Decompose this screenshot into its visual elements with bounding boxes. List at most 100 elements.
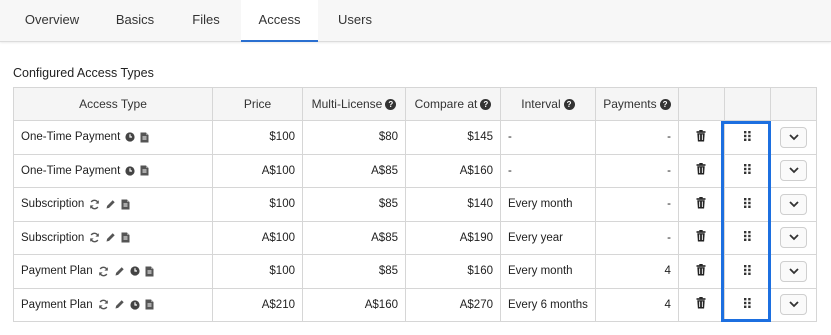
multi-license-cell: A$160: [302, 287, 406, 322]
tab-basics[interactable]: Basics: [100, 0, 170, 42]
table-row: Payment Plan $100 $85 $160 Every month 4: [13, 254, 817, 289]
expand-button[interactable]: [779, 227, 807, 249]
access-types-table: Access Type Price Multi-License? Compare…: [13, 87, 817, 322]
help-icon[interactable]: ?: [385, 99, 397, 111]
clock-icon: [130, 266, 140, 276]
tab-files[interactable]: Files: [176, 0, 236, 42]
file-icon: [121, 199, 130, 210]
access-type-label: Payment Plan: [21, 265, 93, 278]
trash-icon[interactable]: [696, 297, 706, 312]
access-type-cell: One-Time Payment: [13, 153, 213, 188]
col-multi-license: Multi-License?: [302, 87, 406, 121]
price-cell: $100: [212, 120, 303, 155]
expand-cell: [769, 120, 817, 155]
payments-cell: 4: [594, 254, 679, 289]
help-icon[interactable]: ?: [480, 99, 492, 111]
drag-handle-icon[interactable]: [743, 264, 751, 278]
interval-cell: -: [500, 153, 596, 188]
table-row: Subscription A$100 A$85 A$190 Every year -: [13, 220, 817, 255]
compare-at-cell: A$270: [405, 287, 501, 322]
price-cell: A$210: [212, 287, 303, 322]
clock-icon: [125, 166, 135, 176]
delete-cell: [677, 220, 725, 255]
access-type-label: Subscription: [21, 198, 85, 211]
expand-cell: [769, 287, 817, 322]
compare-at-cell: $145: [405, 120, 501, 155]
drag-handle-icon[interactable]: [743, 130, 751, 144]
tab-overview[interactable]: Overview: [11, 0, 93, 42]
access-type-cell: Payment Plan: [13, 287, 213, 322]
col-interval: Interval?: [500, 87, 596, 121]
clock-icon: [130, 300, 140, 310]
drag-handle-icon[interactable]: [743, 197, 751, 211]
interval-cell: Every year: [500, 220, 596, 255]
access-type-label: Subscription: [21, 231, 85, 244]
refresh-icon: [98, 266, 109, 277]
drag-cell: [723, 187, 771, 222]
drag-cell: [723, 254, 771, 289]
expand-button[interactable]: [779, 294, 807, 316]
col-drag: [723, 87, 771, 121]
delete-cell: [677, 120, 725, 155]
col-access-type: Access Type: [13, 87, 213, 121]
tab-users[interactable]: Users: [325, 0, 385, 42]
access-type-cell: Subscription: [13, 220, 213, 255]
tab-access[interactable]: Access: [241, 0, 318, 42]
price-cell: A$100: [212, 153, 303, 188]
interval-cell: -: [500, 120, 596, 155]
interval-cell: Every month: [500, 187, 596, 222]
drag-cell: [723, 120, 771, 155]
expand-button[interactable]: [779, 193, 807, 215]
access-type-label: One-Time Payment: [21, 131, 121, 144]
section-title: Configured Access Types: [13, 66, 154, 80]
table-header-row: Access Type Price Multi-License? Compare…: [13, 87, 817, 121]
payments-cell: 4: [594, 287, 679, 322]
expand-button[interactable]: [779, 126, 807, 148]
trash-icon[interactable]: [696, 163, 706, 178]
compare-at-cell: A$190: [405, 220, 501, 255]
expand-button[interactable]: [779, 260, 807, 282]
pencil-icon: [114, 266, 125, 277]
payments-cell: -: [594, 187, 679, 222]
access-type-cell: Subscription: [13, 187, 213, 222]
delete-cell: [677, 254, 725, 289]
file-icon: [145, 266, 154, 277]
table-row: One-Time Payment A$100 A$85 A$160- -: [13, 153, 817, 188]
compare-at-cell: A$160: [405, 153, 501, 188]
pencil-icon: [105, 232, 116, 243]
drag-handle-icon[interactable]: [743, 231, 751, 244]
drag-cell: [723, 153, 771, 188]
price-cell: $100: [212, 187, 303, 222]
help-icon[interactable]: ?: [659, 99, 671, 111]
access-type-label: Payment Plan: [21, 298, 93, 311]
delete-cell: [677, 187, 725, 222]
access-type-cell: Payment Plan: [13, 254, 213, 289]
drag-handle-icon[interactable]: [743, 298, 751, 311]
trash-icon[interactable]: [696, 196, 706, 212]
expand-button[interactable]: [779, 160, 807, 182]
expand-cell: [769, 153, 817, 188]
trash-icon[interactable]: [696, 129, 706, 145]
drag-handle-icon[interactable]: [743, 164, 751, 177]
payments-cell: -: [594, 120, 679, 155]
compare-at-cell: $140: [405, 187, 501, 222]
col-compare-at: Compare at?: [405, 87, 501, 121]
trash-icon[interactable]: [696, 263, 706, 279]
table-row: Subscription $100 $85 $140 Every month -: [13, 187, 817, 222]
col-delete: [677, 87, 725, 121]
interval-cell: Every month: [500, 254, 596, 289]
refresh-icon: [98, 299, 109, 310]
drag-cell: [723, 287, 771, 322]
refresh-icon: [89, 232, 100, 243]
col-payments: Payments?: [594, 87, 679, 121]
interval-cell: Every 6 months: [500, 287, 596, 322]
multi-license-cell: A$85: [302, 153, 406, 188]
tab-bar: Overview Basics Files Access Users: [0, 0, 831, 42]
file-icon: [140, 165, 149, 176]
trash-icon[interactable]: [696, 230, 706, 245]
table-row: One-Time Payment $100 $80 $145- -: [13, 120, 817, 155]
expand-cell: [769, 187, 817, 222]
price-cell: $100: [212, 254, 303, 289]
help-icon[interactable]: ?: [563, 99, 575, 111]
multi-license-cell: $85: [302, 187, 406, 222]
